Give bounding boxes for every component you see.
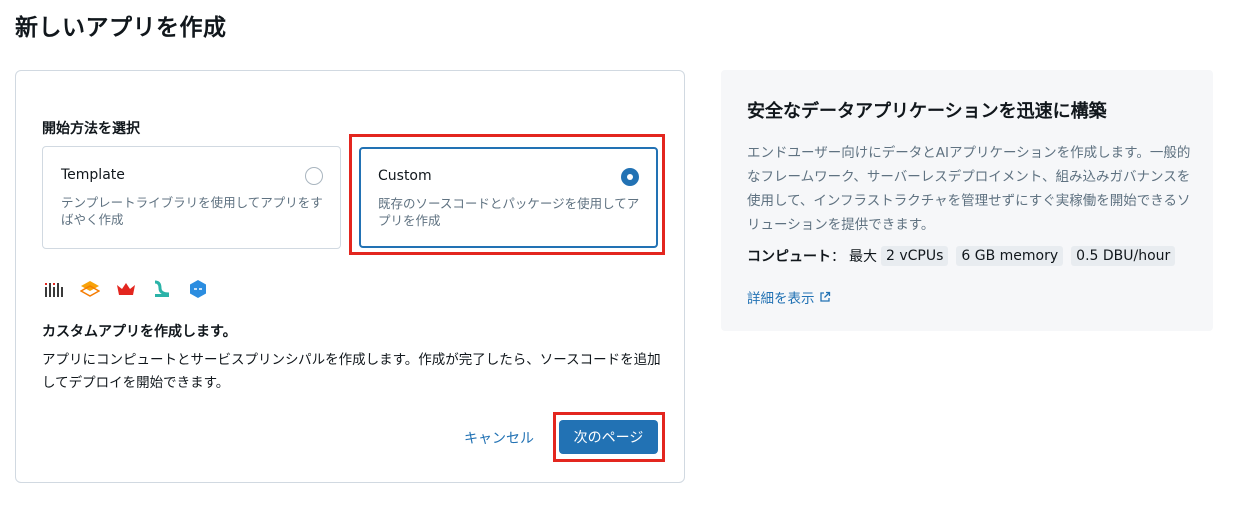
custom-heading: カスタムアプリを作成します。	[42, 324, 237, 340]
compute-max-label: 最大	[849, 249, 877, 265]
info-panel: 安全なデータアプリケーションを迅速に構築 エンドユーザー向けにデータとAIアプリ…	[721, 70, 1213, 331]
framework-bars-icon	[45, 283, 63, 297]
template-option-title: Template	[61, 167, 125, 183]
cancel-button[interactable]: キャンセル	[464, 428, 534, 448]
streamlit-icon	[154, 280, 170, 297]
custom-option-highlight	[349, 134, 665, 255]
next-button-highlight	[553, 412, 665, 462]
template-option[interactable]: Template テンプレートライブラリを使用してアプリをすばやく作成	[42, 146, 341, 249]
custom-description: アプリにコンピュートとサービスプリンシパルを作成します。作成が完了したら、ソース…	[42, 352, 661, 391]
info-title: 安全なデータアプリケーションを迅速に構築	[747, 101, 1107, 122]
compute-chip-memory: 6 GB memory	[956, 246, 1064, 266]
crown-icon	[117, 283, 135, 295]
gradio-icon	[80, 281, 100, 297]
compute-label: コンピュート	[747, 249, 831, 265]
framework-logos	[44, 278, 208, 300]
learn-more-label: 詳細を表示	[747, 291, 815, 307]
page-title: 新しいアプリを作成	[15, 15, 227, 41]
learn-more-link[interactable]: 詳細を表示	[747, 287, 831, 307]
start-method-label: 開始方法を選択	[42, 121, 140, 137]
template-option-description: テンプレートライブラリを使用してアプリをすばやく作成	[61, 195, 323, 227]
compute-chip-vcpu: 2 vCPUs	[881, 246, 949, 266]
compute-row: コンピュート ： 最大 2 vCPUs 6 GB memory 0.5 DBU/…	[747, 246, 1183, 266]
info-description: エンドユーザー向けにデータとAIアプリケーションを作成します。一般的なフレームワ…	[747, 145, 1191, 233]
template-radio[interactable]	[305, 167, 323, 185]
compute-separator: ：	[831, 249, 845, 265]
dash-icon	[190, 280, 206, 298]
compute-chip-dbu: 0.5 DBU/hour	[1071, 246, 1176, 266]
external-link-icon	[819, 291, 830, 302]
